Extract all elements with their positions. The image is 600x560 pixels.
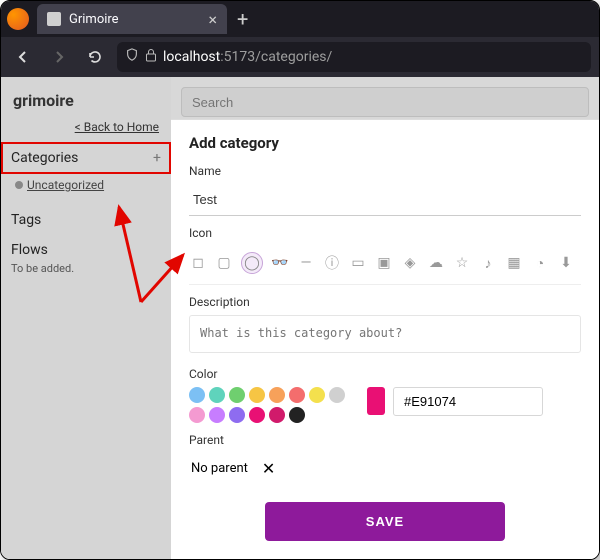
main-area: Add category Name Icon ◻▢◯👓—ⓘ▭▣◈☁☆♪▦◔⬇❝❞…	[171, 77, 599, 559]
name-input[interactable]	[189, 184, 581, 216]
parent-value[interactable]: No parent	[191, 461, 248, 476]
firefox-icon	[7, 8, 29, 30]
sidebar-tags[interactable]: Tags	[1, 202, 171, 232]
color-swatch[interactable]	[269, 387, 285, 403]
tab-favicon-icon	[47, 12, 61, 26]
tab-title: Grimoire	[69, 12, 200, 27]
nav-reload-button[interactable]	[81, 43, 109, 71]
sidebar-categories-label: Categories	[11, 150, 78, 166]
url-bar[interactable]: localhost:5173/categories/	[117, 42, 591, 72]
download-icon[interactable]: ⬇	[557, 254, 575, 272]
brand-title: grimoire	[1, 87, 171, 120]
description-label: Description	[189, 295, 581, 309]
book-icon[interactable]: ▭	[349, 254, 367, 272]
bell-icon[interactable]: ◔	[531, 254, 549, 272]
icon-label: Icon	[189, 226, 581, 240]
lock-icon	[145, 48, 157, 66]
sidebar: grimoire < Back to Home Categories + Unc…	[1, 77, 171, 559]
cloud-icon[interactable]: ☁	[427, 254, 445, 272]
info-icon[interactable]: ⓘ	[323, 254, 341, 272]
color-swatch[interactable]	[209, 387, 225, 403]
search-input[interactable]	[181, 87, 589, 117]
color-swatch[interactable]	[249, 407, 265, 423]
parent-clear-button[interactable]: ✕	[262, 459, 275, 478]
color-swatch[interactable]	[229, 407, 245, 423]
category-color-dot-icon	[15, 181, 23, 189]
star-icon[interactable]: ☆	[453, 254, 471, 272]
browser-navbar: localhost:5173/categories/	[1, 37, 599, 77]
add-category-panel: Add category Name Icon ◻▢◯👓—ⓘ▭▣◈☁☆♪▦◔⬇❝❞…	[171, 119, 599, 559]
back-to-home-link[interactable]: < Back to Home	[1, 120, 171, 142]
minus-icon[interactable]: —	[297, 254, 315, 272]
color-swatch[interactable]	[229, 387, 245, 403]
color-swatch[interactable]	[189, 407, 205, 423]
uncategorized-label: Uncategorized	[27, 178, 104, 192]
bookmark-icon[interactable]: ◻	[189, 254, 207, 272]
sidebar-flows-note: To be added.	[1, 262, 171, 285]
color-swatch[interactable]	[289, 407, 305, 423]
tag-icon[interactable]: ◈	[401, 254, 419, 272]
color-hex-input[interactable]	[393, 387, 543, 416]
glasses-icon[interactable]: 👓	[271, 254, 289, 272]
url-text: localhost:5173/categories/	[163, 49, 332, 65]
grid-icon[interactable]: ▦	[505, 254, 523, 272]
color-swatch[interactable]	[289, 387, 305, 403]
icon-picker: ◻▢◯👓—ⓘ▭▣◈☁☆♪▦◔⬇❝❞♡N	[189, 246, 581, 285]
clipboard-icon[interactable]: ▢	[215, 254, 233, 272]
name-label: Name	[189, 164, 581, 178]
color-swatches	[189, 387, 359, 423]
save-button[interactable]: SAVE	[265, 502, 505, 541]
color-label: Color	[189, 367, 581, 381]
shield-icon	[125, 48, 139, 66]
color-swatch[interactable]	[329, 387, 345, 403]
color-swatch[interactable]	[269, 407, 285, 423]
sidebar-categories[interactable]: Categories +	[1, 142, 171, 174]
sidebar-flows[interactable]: Flows	[1, 232, 171, 262]
music-icon[interactable]: ♪	[479, 254, 497, 272]
parent-label: Parent	[189, 433, 581, 447]
panel-title: Add category	[189, 134, 581, 152]
sidebar-item-uncategorized[interactable]: Uncategorized	[1, 174, 171, 202]
description-input[interactable]	[189, 315, 581, 353]
color-swatch[interactable]	[309, 387, 325, 403]
circle-icon[interactable]: ◯	[241, 252, 263, 274]
color-preview-chip	[367, 387, 385, 415]
tab-close-icon[interactable]: ×	[208, 10, 217, 29]
add-category-icon[interactable]: +	[153, 150, 161, 166]
color-swatch[interactable]	[209, 407, 225, 423]
nav-back-button[interactable]	[9, 43, 37, 71]
browser-tabbar: Grimoire × +	[1, 1, 599, 37]
folder-icon[interactable]: ▣	[375, 254, 393, 272]
browser-tab[interactable]: Grimoire ×	[37, 4, 227, 34]
new-tab-button[interactable]: +	[227, 7, 258, 31]
color-swatch[interactable]	[189, 387, 205, 403]
color-swatch[interactable]	[249, 387, 265, 403]
nav-forward-button[interactable]	[45, 43, 73, 71]
